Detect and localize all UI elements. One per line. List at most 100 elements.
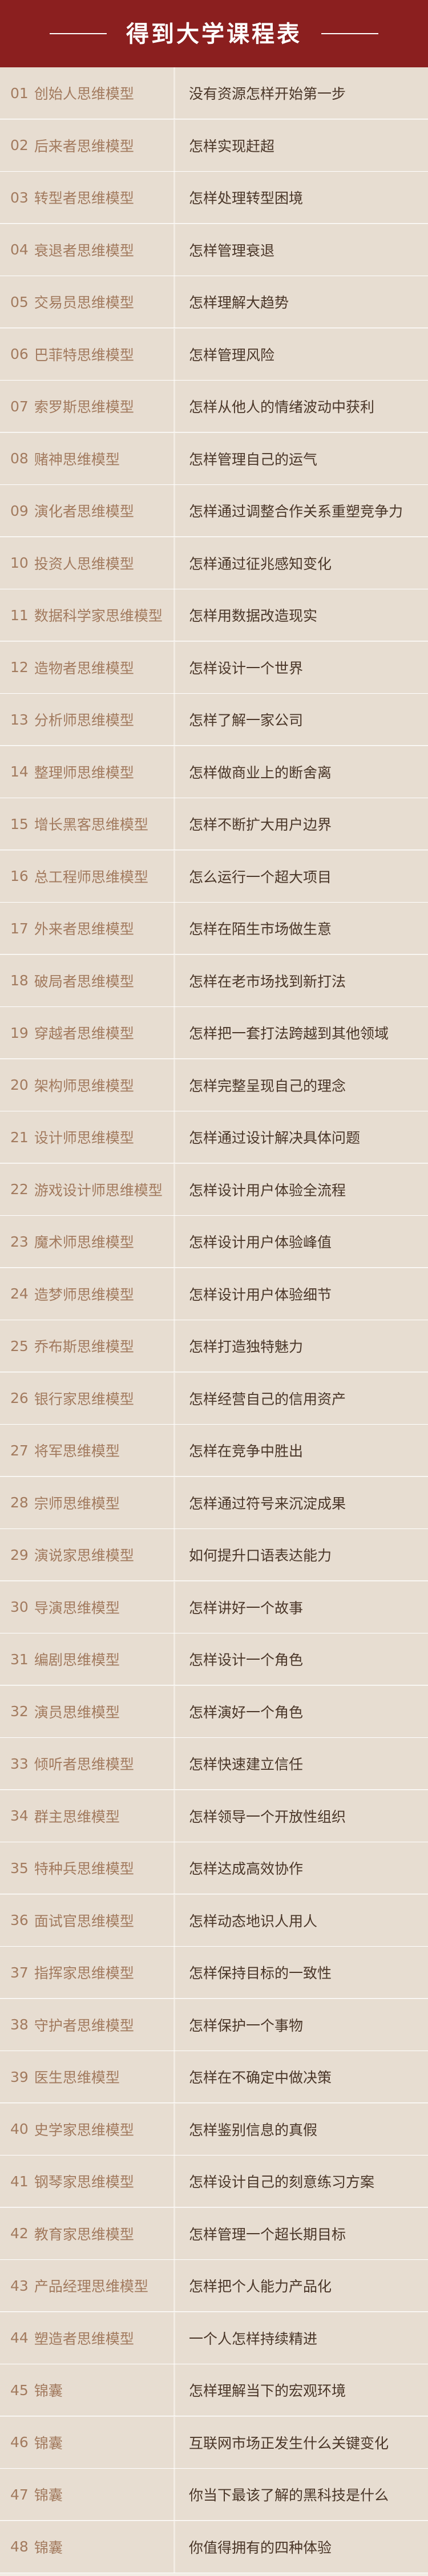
course-row: 12 造物者思维模型 怎样设计一个世界 (0, 641, 428, 694)
course-model-name: 总工程师思维模型 (34, 868, 148, 885)
course-model-cell: 28 宗师思维模型 (0, 1477, 173, 1528)
course-model-name: 造梦师思维模型 (34, 1286, 134, 1303)
course-model-cell: 40 史学家思维模型 (0, 2103, 173, 2155)
course-model-name: 转型者思维模型 (34, 190, 134, 207)
course-model-cell: 44 塑造者思维模型 (0, 2312, 173, 2364)
course-number: 23 (10, 1233, 29, 1250)
course-model-cell: 39 医生思维模型 (0, 2051, 173, 2102)
course-model-cell: 20 架构师思维模型 (0, 1059, 173, 1111)
course-row: 32 演员思维模型 怎样演好一个角色 (0, 1685, 428, 1738)
course-row: 22 游戏设计师思维模型 怎样设计用户体验全流程 (0, 1163, 428, 1216)
course-description: 怎样处理转型困境 (175, 172, 428, 223)
course-description: 怎样打造独特魅力 (175, 1320, 428, 1372)
course-row: 20 架构师思维模型 怎样完整呈现自己的理念 (0, 1059, 428, 1111)
course-number: 48 (10, 2538, 29, 2555)
course-number: 45 (10, 2381, 29, 2399)
course-model-name: 导演思维模型 (34, 1599, 120, 1616)
header-divider-right (321, 33, 378, 34)
course-model-name: 造物者思维模型 (34, 660, 134, 677)
course-model-name: 整理师思维模型 (34, 764, 134, 781)
course-description: 怎样鉴别信息的真假 (175, 2103, 428, 2155)
course-row: 38 守护者思维模型 怎样保护一个事物 (0, 1999, 428, 2051)
course-model-name: 银行家思维模型 (34, 1390, 134, 1408)
course-number: 47 (10, 2486, 29, 2503)
course-model-name: 特种兵思维模型 (34, 1861, 134, 1877)
course-description: 怎样设计用户体验峰值 (175, 1216, 428, 1267)
course-model-cell: 22 游戏设计师思维模型 (0, 1163, 173, 1215)
course-model-name: 史学家思维模型 (34, 2121, 134, 2138)
course-description: 怎样理解当下的宏观环境 (175, 2364, 428, 2416)
course-row: 47 锦囊 你当下最该了解的黑科技是什么 (0, 2469, 428, 2521)
course-number: 13 (10, 711, 29, 728)
course-row: 11 数据科学家思维模型 怎样用数据改造现实 (0, 589, 428, 641)
course-number: 07 (10, 398, 29, 415)
course-number: 43 (10, 2277, 29, 2294)
course-model-cell: 46 锦囊 (0, 2416, 173, 2468)
course-row: 15 增长黑客思维模型 怎样不断扩大用户边界 (0, 798, 428, 850)
course-description: 怎样完整呈现自己的理念 (175, 1059, 428, 1111)
course-number: 02 (10, 137, 29, 153)
course-model-name: 医生思维模型 (34, 2069, 120, 2086)
course-model-name: 编剧思维模型 (34, 1652, 120, 1668)
course-description: 怎样从他人的情绪波动中获利 (175, 381, 428, 432)
course-model-cell: 34 群主思维模型 (0, 1790, 173, 1842)
course-model-name: 巴菲特思维模型 (34, 346, 134, 363)
course-model-cell: 32 演员思维模型 (0, 1685, 173, 1737)
course-model-cell: 04 衰退者思维模型 (0, 224, 173, 276)
course-model-cell: 16 总工程师思维模型 (0, 850, 173, 902)
course-description: 怎样把一套打法跨越到其他领域 (175, 1007, 428, 1058)
course-description: 怎样设计用户体验全流程 (175, 1163, 428, 1215)
course-model-name: 演员思维模型 (34, 1704, 120, 1721)
course-row: 39 医生思维模型 怎样在不确定中做决策 (0, 2051, 428, 2103)
course-model-name: 锦囊 (34, 2487, 63, 2504)
course-number: 44 (10, 2330, 29, 2346)
course-description: 怎样保持目标的一致性 (175, 1947, 428, 1998)
page-title: 得到大学课程表 (126, 21, 302, 47)
course-row: 35 特种兵思维模型 怎样达成高效协作 (0, 1842, 428, 1894)
course-row: 05 交易员思维模型 怎样理解大趋势 (0, 276, 428, 328)
course-row: 30 导演思维模型 怎样讲好一个故事 (0, 1581, 428, 1633)
course-model-cell: 03 转型者思维模型 (0, 172, 173, 223)
course-row: 41 钢琴家思维模型 怎样设计自己的刻意练习方案 (0, 2156, 428, 2207)
course-number: 20 (10, 1077, 29, 1093)
course-row: 10 投资人思维模型 怎样通过征兆感知变化 (0, 537, 428, 589)
course-number: 09 (10, 502, 29, 519)
course-number: 04 (10, 241, 29, 258)
course-row: 37 指挥家思维模型 怎样保持目标的一致性 (0, 1947, 428, 1999)
course-model-name: 教育家思维模型 (34, 2226, 134, 2243)
course-description: 怎样用数据改造现实 (175, 589, 428, 641)
course-row: 01 创始人思维模型 没有资源怎样开始第一步 (0, 67, 428, 119)
course-row: 24 造梦师思维模型 怎样设计用户体验细节 (0, 1268, 428, 1320)
course-number: 24 (10, 1285, 29, 1302)
course-row: 16 总工程师思维模型 怎么运行一个超大项目 (0, 850, 428, 903)
course-model-cell: 06 巴菲特思维模型 (0, 328, 173, 380)
course-model-name: 投资人思维模型 (34, 555, 134, 572)
course-row: 19 穿越者思维模型 怎样把一套打法跨越到其他领域 (0, 1007, 428, 1059)
course-model-cell: 09 演化者思维模型 (0, 485, 173, 536)
course-number: 33 (10, 1755, 29, 1772)
course-model-name: 锦囊 (34, 2383, 63, 2399)
course-number: 05 (10, 293, 29, 310)
course-row: 14 整理师思维模型 怎样做商业上的断舍离 (0, 746, 428, 798)
course-number: 14 (10, 763, 29, 780)
course-number: 01 (10, 84, 29, 102)
course-model-name: 索罗斯思维模型 (34, 399, 134, 415)
course-row: 08 赌神思维模型 怎样管理自己的运气 (0, 432, 428, 485)
course-row: 13 分析师思维模型 怎样了解一家公司 (0, 694, 428, 746)
course-description: 怎样保护一个事物 (175, 1999, 428, 2051)
course-row: 09 演化者思维模型 怎样通过调整合作关系重塑竞争力 (0, 485, 428, 537)
course-row: 34 群主思维模型 怎样领导一个开放性组织 (0, 1790, 428, 1842)
course-model-cell: 12 造物者思维模型 (0, 641, 173, 693)
course-model-cell: 17 外来者思维模型 (0, 903, 173, 954)
course-model-name: 增长黑客思维模型 (34, 816, 148, 833)
course-model-cell: 10 投资人思维模型 (0, 537, 173, 589)
course-number: 34 (10, 1807, 29, 1824)
course-number: 30 (10, 1599, 29, 1615)
course-description: 怎样快速建立信任 (175, 1738, 428, 1789)
course-model-name: 指挥家思维模型 (34, 1965, 134, 1981)
course-number: 35 (10, 1859, 29, 1877)
course-description: 怎样管理一个超长期目标 (175, 2207, 428, 2259)
course-number: 19 (10, 1024, 29, 1041)
course-model-cell: 14 整理师思维模型 (0, 746, 173, 798)
course-model-cell: 26 银行家思维模型 (0, 1372, 173, 1424)
